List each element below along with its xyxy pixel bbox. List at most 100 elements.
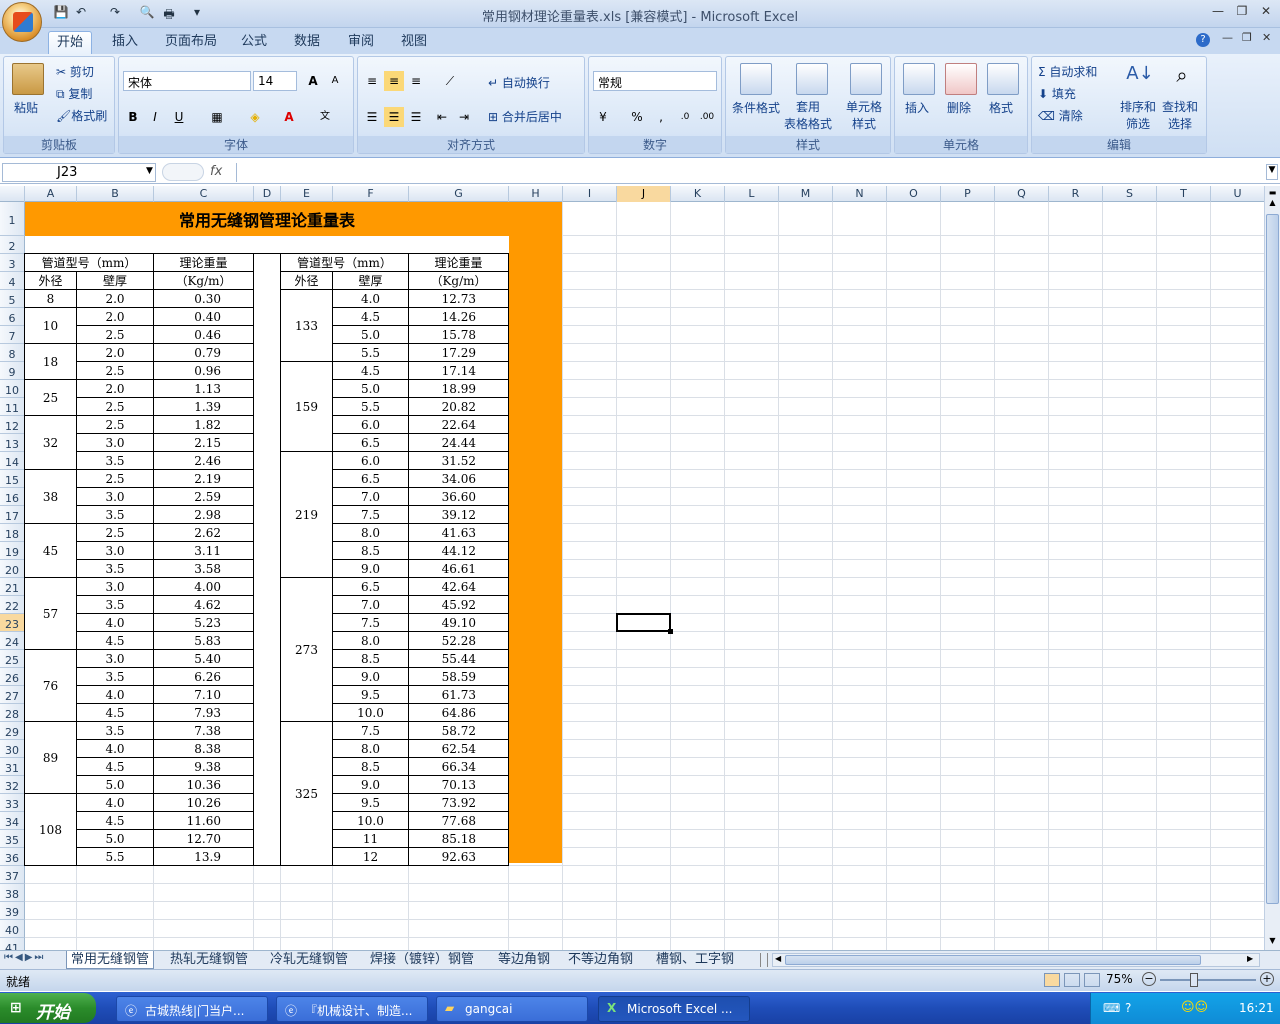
weight-cell[interactable]: 0.46 — [154, 326, 254, 344]
tab-home[interactable]: 开始 — [48, 31, 93, 54]
sheet-tab[interactable]: 等边角钢 — [494, 951, 554, 969]
font-color-icon[interactable]: A — [279, 107, 299, 127]
header-unit[interactable]: （Kg/m） — [154, 272, 254, 290]
column-header[interactable]: D — [254, 186, 281, 202]
wall-thickness-cell[interactable]: 2.0 — [77, 380, 154, 398]
row-header[interactable]: 6 — [0, 308, 25, 326]
row-header[interactable]: 10 — [0, 380, 25, 398]
grow-font-button[interactable]: A — [303, 71, 323, 91]
formula-expand-control[interactable] — [162, 163, 204, 181]
wall-thickness-cell[interactable]: 6.0 — [333, 452, 409, 470]
row-header[interactable]: 30 — [0, 740, 25, 758]
print-icon[interactable]: 🖶 — [160, 5, 178, 21]
weight-cell[interactable]: 45.92 — [409, 596, 509, 614]
weight-cell[interactable]: 4.62 — [154, 596, 254, 614]
row-header[interactable]: 9 — [0, 362, 25, 380]
row-header[interactable]: 11 — [0, 398, 25, 416]
column-header[interactable]: S — [1103, 186, 1157, 202]
column-header[interactable]: N — [833, 186, 887, 202]
sheet-tab[interactable]: 焊接（镀锌）钢管 — [366, 951, 478, 969]
help-icon[interactable]: ? — [1196, 33, 1210, 47]
taskbar-item-forum[interactable]: ⓔ 『机械设计、制造... — [276, 996, 428, 1022]
weight-cell[interactable]: 36.60 — [409, 488, 509, 506]
row-header[interactable]: 28 — [0, 704, 25, 722]
wall-thickness-cell[interactable]: 4.0 — [77, 740, 154, 758]
wall-thickness-cell[interactable]: 8.0 — [333, 524, 409, 542]
format-as-table-icon[interactable] — [796, 63, 828, 95]
weight-cell[interactable]: 52.28 — [409, 632, 509, 650]
workbook-close-button[interactable]: ✕ — [1262, 31, 1271, 44]
workbook-restore-button[interactable]: ❐ — [1242, 31, 1252, 44]
tab-page-layout[interactable]: 页面布局 — [157, 31, 225, 54]
row-header[interactable]: 21 — [0, 578, 25, 596]
wall-thickness-cell[interactable]: 5.0 — [333, 380, 409, 398]
percent-button[interactable]: % — [627, 107, 647, 127]
scroll-up-icon[interactable]: ▲ — [1266, 198, 1279, 212]
align-left-icon[interactable]: ☰ — [362, 107, 382, 127]
bold-button[interactable]: B — [123, 107, 143, 127]
cut-button[interactable]: ✂ 剪切 — [56, 63, 94, 80]
zoom-in-icon[interactable]: + — [1260, 972, 1274, 986]
row-header[interactable]: 18 — [0, 524, 25, 542]
wall-thickness-cell[interactable]: 2.0 — [77, 290, 154, 308]
taskbar-item-excel[interactable]: X Microsoft Excel ... — [598, 996, 750, 1022]
row-header[interactable]: 25 — [0, 650, 25, 668]
weight-cell[interactable]: 14.26 — [409, 308, 509, 326]
row-header[interactable]: 31 — [0, 758, 25, 776]
wall-thickness-cell[interactable]: 3.0 — [77, 434, 154, 452]
weight-cell[interactable]: 15.78 — [409, 326, 509, 344]
weight-cell[interactable]: 58.72 — [409, 722, 509, 740]
wall-thickness-cell[interactable]: 10.0 — [333, 704, 409, 722]
row-header[interactable]: 13 — [0, 434, 25, 452]
column-header[interactable]: E — [281, 186, 333, 202]
weight-cell[interactable]: 11.60 — [154, 812, 254, 830]
weight-cell[interactable]: 2.59 — [154, 488, 254, 506]
row-header[interactable]: 41 — [0, 938, 25, 950]
qat-customize-icon[interactable]: ▾ — [188, 5, 206, 21]
weight-cell[interactable]: 17.14 — [409, 362, 509, 380]
accounting-icon[interactable]: ¥ — [593, 107, 613, 127]
sheet-tab[interactable]: 热轧无缝钢管 — [166, 951, 252, 969]
font-size-combo[interactable]: 14 — [253, 71, 297, 91]
weight-cell[interactable]: 64.86 — [409, 704, 509, 722]
wall-thickness-cell[interactable]: 9.0 — [333, 776, 409, 794]
weight-cell[interactable]: 20.82 — [409, 398, 509, 416]
row-header[interactable]: 1 — [0, 202, 25, 236]
vertical-scrollbar[interactable]: ▬ ▲ ▼ — [1264, 186, 1280, 950]
weight-cell[interactable]: 58.59 — [409, 668, 509, 686]
row-header[interactable]: 16 — [0, 488, 25, 506]
wall-thickness-cell[interactable]: 7.5 — [333, 614, 409, 632]
weight-cell[interactable]: 2.19 — [154, 470, 254, 488]
column-header[interactable]: K — [671, 186, 725, 202]
align-right-icon[interactable]: ☰ — [406, 107, 426, 127]
wall-thickness-cell[interactable]: 7.5 — [333, 722, 409, 740]
taskbar-item-browser[interactable]: ⓔ 古城热线|门当户... — [116, 996, 268, 1022]
row-header[interactable]: 36 — [0, 848, 25, 866]
weight-cell[interactable]: 13.9 — [154, 848, 254, 866]
weight-cell[interactable]: 7.93 — [154, 704, 254, 722]
weight-cell[interactable]: 2.98 — [154, 506, 254, 524]
wall-thickness-cell[interactable]: 2.0 — [77, 344, 154, 362]
name-box[interactable]: J23 — [2, 163, 156, 182]
row-header[interactable]: 12 — [0, 416, 25, 434]
align-top-icon[interactable]: ≡ — [362, 71, 382, 91]
insert-cells-icon[interactable] — [903, 63, 935, 95]
weight-cell[interactable]: 49.10 — [409, 614, 509, 632]
keyboard-icon[interactable]: ⌨ — [1103, 1001, 1120, 1015]
wrap-text-button[interactable]: ↵ 自动换行 — [488, 74, 550, 91]
shrink-font-button[interactable]: A — [325, 71, 345, 91]
wall-thickness-cell[interactable]: 12 — [333, 848, 409, 866]
weight-cell[interactable]: 22.64 — [409, 416, 509, 434]
wall-thickness-cell[interactable]: 2.0 — [77, 308, 154, 326]
weight-cell[interactable]: 7.10 — [154, 686, 254, 704]
wall-thickness-cell[interactable]: 3.5 — [77, 722, 154, 740]
office-button[interactable] — [2, 2, 42, 42]
outer-diameter-cell[interactable]: 45 — [25, 524, 77, 578]
wall-thickness-cell[interactable]: 3.0 — [77, 488, 154, 506]
row-header[interactable]: 20 — [0, 560, 25, 578]
taskbar-item-folder[interactable]: ▰ gangcai — [436, 996, 588, 1022]
weight-cell[interactable]: 73.92 — [409, 794, 509, 812]
print-preview-icon[interactable]: 🔍 — [138, 5, 156, 21]
weight-cell[interactable]: 4.00 — [154, 578, 254, 596]
redo-icon[interactable]: ↷ — [106, 5, 124, 21]
